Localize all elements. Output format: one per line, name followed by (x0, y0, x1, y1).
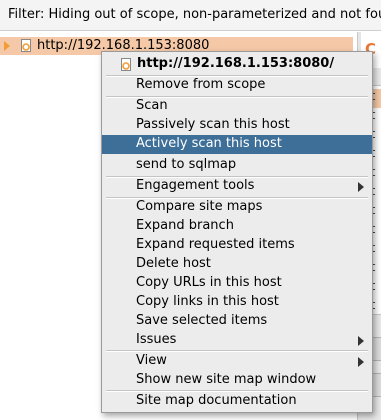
menu-item-passively-scan[interactable]: Passively scan this host (102, 116, 372, 135)
menu-item-label: Actively scan this host (136, 136, 282, 151)
host-page-icon (121, 58, 131, 71)
menu-item-actively-scan[interactable]: Actively scan this host (102, 135, 372, 154)
menu-item-label: Copy links in this host (136, 294, 279, 309)
menu-item-remove-from-scope[interactable]: Remove from scope (102, 76, 372, 95)
menu-item-site-map-documentation[interactable]: Site map documentation (102, 392, 372, 411)
menu-item-copy-urls[interactable]: Copy URLs in this host (102, 274, 372, 293)
menu-item-save-selected-items[interactable]: Save selected items (102, 312, 372, 331)
host-page-icon (21, 39, 31, 52)
menu-item-show-new-site-map-window[interactable]: Show new site map window (102, 371, 372, 390)
menu-item-expand-requested-items[interactable]: Expand requested items (102, 236, 372, 255)
submenu-arrow-icon (358, 336, 364, 346)
menu-item-label: Engagement tools (136, 178, 255, 193)
menu-item-expand-branch[interactable]: Expand branch (102, 217, 372, 236)
menu-item-label: Scan (136, 98, 168, 113)
menu-item-label: Issues (136, 332, 177, 347)
menu-item-label: Expand branch (136, 218, 234, 233)
menu-item-send-to-sqlmap[interactable]: send to sqlmap (102, 156, 372, 175)
menu-item-label: Show new site map window (136, 372, 317, 387)
menu-item-label: Remove from scope (136, 77, 266, 92)
submenu-arrow-icon (358, 357, 364, 367)
menu-header: http://192.168.1.153:8080/ (102, 52, 372, 75)
menu-item-label: Copy URLs in this host (136, 275, 282, 290)
menu-item-label: Passively scan this host (136, 117, 290, 132)
menu-item-label: Site map documentation (136, 393, 297, 408)
menu-item-view[interactable]: View (102, 352, 372, 371)
menu-item-label: View (136, 353, 167, 368)
menu-item-label: Compare site maps (136, 199, 263, 214)
menu-item-delete-host[interactable]: Delete host (102, 255, 372, 274)
menu-item-label: Delete host (136, 256, 211, 271)
menu-item-label: send to sqlmap (136, 157, 237, 172)
filter-bar[interactable]: Filter: Hiding out of scope, non-paramet… (0, 0, 381, 31)
menu-item-scan[interactable]: Scan (102, 97, 372, 116)
menu-header-url: http://192.168.1.153:8080/ (137, 56, 335, 71)
submenu-arrow-icon (358, 182, 364, 192)
filter-text[interactable]: Filter: Hiding out of scope, non-paramet… (8, 7, 381, 22)
menu-item-engagement-tools[interactable]: Engagement tools (102, 177, 372, 196)
menu-item-label: Expand requested items (136, 237, 295, 252)
expand-arrow-icon[interactable] (4, 41, 10, 51)
menu-item-compare-site-maps[interactable]: Compare site maps (102, 198, 372, 217)
menu-item-copy-links[interactable]: Copy links in this host (102, 293, 372, 312)
menu-item-issues[interactable]: Issues (102, 331, 372, 350)
menu-item-label: Save selected items (136, 313, 268, 328)
context-menu: http://192.168.1.153:8080/ Remove from s… (101, 51, 373, 413)
